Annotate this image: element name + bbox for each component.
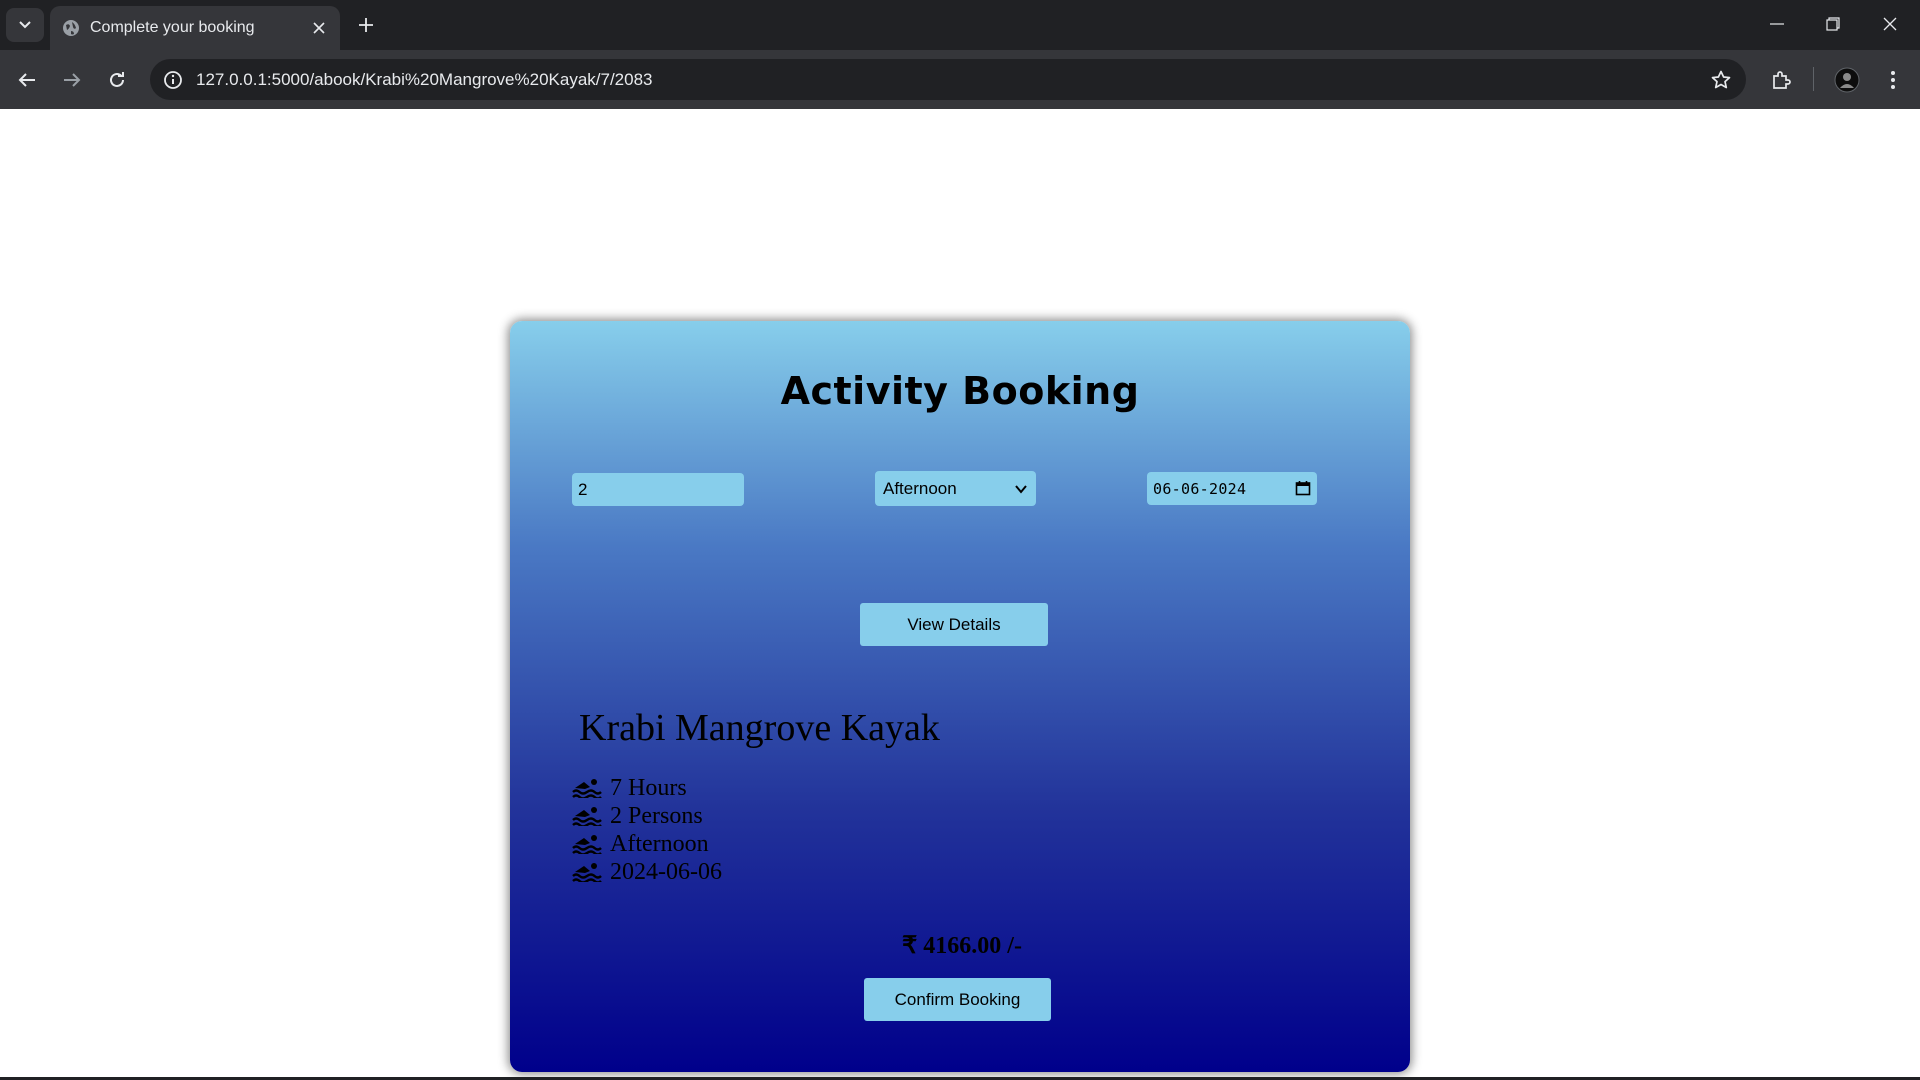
toolbar-separator	[1813, 67, 1814, 91]
info-icon	[164, 71, 182, 89]
confirm-booking-button[interactable]: Confirm Booking	[864, 978, 1051, 1021]
profile-button[interactable]	[1830, 63, 1864, 97]
new-tab-button[interactable]	[352, 11, 380, 39]
back-arrow-icon	[18, 73, 35, 87]
site-info-button[interactable]	[160, 67, 186, 93]
close-window-icon	[1883, 17, 1897, 31]
minimize-icon	[1770, 23, 1784, 25]
extensions-icon	[1773, 71, 1791, 89]
tab-list-icon	[19, 21, 31, 29]
total-price: ₹ 4166.00 /-	[902, 933, 1022, 959]
address-bar[interactable]: 127.0.0.1:5000/abook/Krabi%20Mangrove%20…	[150, 59, 1746, 100]
swimmer-icon	[572, 807, 602, 826]
booking-details-list: 7 Hours 2 Persons Afternoon 2024-06-06	[572, 774, 722, 886]
detail-time-slot-text: Afternoon	[610, 830, 709, 857]
browser-tab[interactable]: Complete your booking	[50, 6, 340, 50]
detail-duration-text: 7 Hours	[610, 774, 687, 801]
url-text: 127.0.0.1:5000/abook/Krabi%20Mangrove%20…	[196, 70, 653, 89]
extensions-button[interactable]	[1764, 63, 1798, 97]
forward-button[interactable]	[55, 63, 89, 97]
browser-tab-bar: Complete your booking	[0, 0, 1920, 50]
date-input[interactable]: 06-06-2024	[1147, 472, 1317, 505]
calendar-icon[interactable]	[1295, 480, 1311, 496]
browser-menu-button[interactable]	[1876, 63, 1910, 97]
minimize-button[interactable]	[1757, 8, 1797, 40]
detail-date: 2024-06-06	[572, 858, 722, 886]
browser-toolbar: 127.0.0.1:5000/abook/Krabi%20Mangrove%20…	[0, 50, 1920, 109]
kebab-menu-icon	[1891, 71, 1895, 89]
persons-input[interactable]	[572, 473, 744, 506]
forward-arrow-icon	[64, 73, 81, 87]
time-slot-select[interactable]: Afternoon	[875, 471, 1036, 506]
reload-button[interactable]	[100, 63, 134, 97]
date-value: 06-06-2024	[1153, 480, 1247, 498]
booking-card: Activity Booking Afternoon 06-06-2024 Vi…	[510, 321, 1410, 1072]
page-viewport: Activity Booking Afternoon 06-06-2024 Vi…	[0, 109, 1920, 1077]
swimmer-icon	[572, 863, 602, 882]
close-icon	[313, 22, 325, 34]
detail-persons-text: 2 Persons	[610, 802, 703, 829]
tab-close-button[interactable]	[308, 17, 330, 39]
profile-avatar-icon	[1834, 67, 1860, 93]
swimmer-icon	[572, 835, 602, 854]
view-details-button[interactable]: View Details	[860, 603, 1048, 646]
tab-list-button[interactable]	[6, 8, 44, 42]
detail-date-text: 2024-06-06	[610, 858, 722, 885]
swimmer-icon	[572, 779, 602, 798]
time-slot-selected-value: Afternoon	[883, 479, 957, 498]
detail-time-slot: Afternoon	[572, 830, 722, 858]
restore-button[interactable]	[1813, 8, 1853, 40]
back-button[interactable]	[10, 63, 44, 97]
detail-persons: 2 Persons	[572, 802, 722, 830]
activity-name: Krabi Mangrove Kayak	[579, 707, 940, 749]
detail-duration: 7 Hours	[572, 774, 722, 802]
tab-title: Complete your booking	[90, 19, 255, 36]
restore-icon	[1826, 17, 1840, 31]
chevron-down-icon	[1015, 485, 1027, 494]
plus-icon	[359, 18, 373, 32]
bookmark-button[interactable]	[1708, 67, 1734, 93]
reload-icon	[110, 72, 124, 87]
star-icon	[1711, 70, 1731, 89]
page-title: Activity Booking	[780, 369, 1140, 413]
close-window-button[interactable]	[1870, 8, 1910, 40]
globe-icon	[63, 20, 79, 36]
